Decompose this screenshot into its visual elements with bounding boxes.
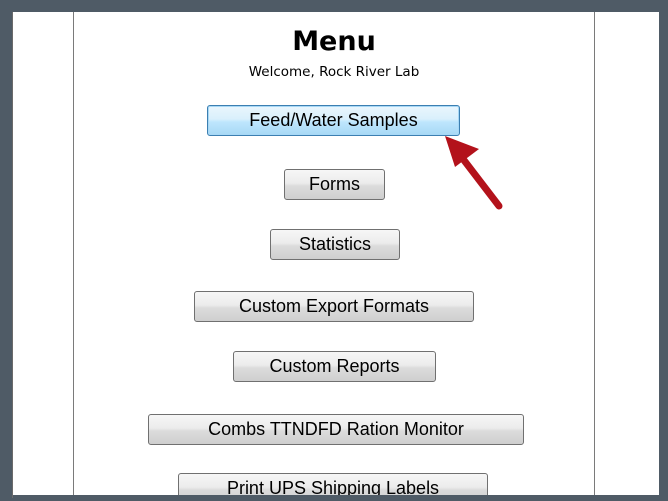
pointer-arrow-icon <box>445 136 503 210</box>
arrow-shaft <box>456 151 503 210</box>
bottom-border <box>13 495 659 498</box>
menu-page: Menu Welcome, Rock River Lab Feed/Water … <box>12 12 659 498</box>
